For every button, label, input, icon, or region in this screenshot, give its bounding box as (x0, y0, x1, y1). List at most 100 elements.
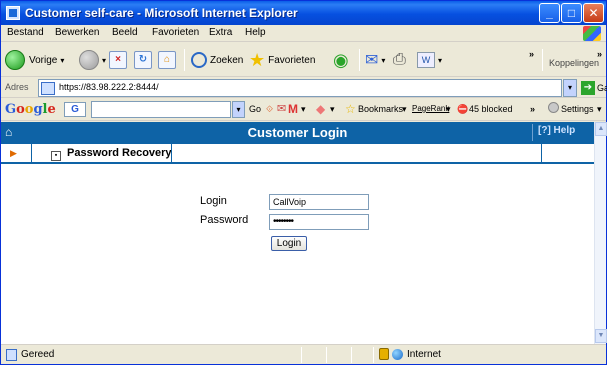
popup-blocked-count[interactable]: 45 blocked (469, 104, 513, 114)
popup-blocker-icon[interactable]: ⛔ (457, 104, 468, 115)
menu-beeld[interactable]: Beeld (112, 27, 138, 38)
edit-button[interactable]: W ▾ (417, 48, 442, 72)
minimize-button[interactable]: _ (539, 3, 560, 23)
mail-button[interactable]: ✉ ▾ (365, 48, 385, 72)
standard-toolbar: Vorige ▾ ▾ × ↻ ⌂ Zoeken ★ Favorieten ◉ ✉… (1, 43, 606, 77)
google-overflow-icon[interactable]: » (530, 104, 535, 114)
settings-gear-icon[interactable] (548, 102, 559, 113)
secure-lock-icon[interactable] (379, 348, 389, 360)
media-button[interactable]: ◉ (333, 48, 349, 72)
tab-separator (541, 144, 542, 163)
google-apps-icon[interactable]: ◆ (316, 102, 325, 116)
login-input[interactable]: CallVoip (269, 194, 369, 210)
links-label[interactable]: Koppelingen (549, 58, 599, 68)
forward-button[interactable]: ▾ (79, 48, 106, 72)
menu-extra[interactable]: Extra (209, 27, 232, 38)
gmail-dropdown-icon[interactable]: ▾ (301, 104, 306, 115)
settings-dropdown-icon[interactable]: ▾ (597, 104, 602, 115)
google-go-button[interactable]: Go (249, 104, 261, 114)
bookmarks-dropdown-icon[interactable]: ▾ (402, 104, 407, 115)
browser-window: Customer self-care - Microsoft Internet … (0, 0, 607, 365)
tab-password-recovery[interactable]: ▪ Password Recovery (51, 147, 172, 161)
favorites-star-icon: ★ (249, 49, 266, 70)
pagerank-button[interactable]: PageRank (412, 104, 449, 113)
security-zone: Internet (407, 349, 441, 360)
favorites-label: Favorieten (268, 54, 316, 66)
scroll-up-icon[interactable]: ▲ (595, 122, 607, 136)
favorites-button[interactable]: ★ Favorieten (249, 48, 315, 72)
portal-tab-bar: ▶ ▪ Password Recovery (1, 143, 594, 164)
menu-bewerken[interactable]: Bewerken (55, 27, 99, 38)
toolbar-overflow-icon[interactable]: » (529, 49, 534, 59)
settings-button[interactable]: Settings (561, 104, 594, 114)
back-dropdown-icon: ▾ (60, 55, 65, 65)
page-content: ⌂ Customer Login [?] Help ▶ ▪ Password Re… (1, 122, 594, 344)
media-icon: ◉ (333, 49, 349, 70)
address-input[interactable]: https://83.98.222.2:8444/ (38, 79, 562, 97)
google-toolbar: Google G ▾ Go ⟐ ✉ M ▾ ◆ ▾ ☆ Bookmarks ▾ … (1, 99, 606, 121)
stop-button[interactable]: × (109, 48, 127, 72)
windows-logo-icon (583, 26, 601, 41)
menu-help[interactable]: Help (245, 27, 266, 38)
print-icon: ⎙ (393, 51, 406, 68)
print-button[interactable]: ⎙ (393, 48, 406, 72)
maximize-button[interactable]: □ (561, 3, 582, 23)
page-title: Customer Login (247, 125, 348, 140)
bookmarks-star-icon[interactable]: ☆ (345, 102, 356, 116)
login-button[interactable]: Login (271, 236, 307, 251)
home-icon: ⌂ (158, 51, 176, 69)
mail-dropdown-icon: ▾ (381, 55, 386, 65)
back-arrow-icon (5, 50, 25, 70)
tab-separator (171, 144, 172, 163)
close-button[interactable]: ✕ (583, 3, 604, 23)
tab-separator (31, 144, 32, 163)
address-bar: Adres https://83.98.222.2:8444/ ▾ ➔ Ga n… (1, 78, 607, 98)
google-logo: Google (5, 102, 56, 117)
google-search-dropdown[interactable]: ▾ (232, 101, 245, 118)
google-menu-button[interactable]: G (64, 102, 86, 117)
refresh-button[interactable]: ↻ (134, 48, 152, 72)
refresh-icon: ↻ (134, 51, 152, 69)
toolbar-separator (184, 49, 185, 71)
menu-favorieten[interactable]: Favorieten (152, 27, 199, 38)
toolbar-separator (542, 49, 543, 71)
pagerank-dropdown-icon[interactable]: ▾ (446, 104, 451, 115)
vertical-scrollbar[interactable]: ▲ ▼ (594, 122, 607, 344)
address-url: https://83.98.222.2:8444/ (59, 82, 159, 92)
status-separator (351, 347, 352, 363)
tab-page-icon: ▪ (51, 151, 61, 161)
status-bar: Gereed Internet (1, 344, 606, 364)
help-link[interactable]: [?] Help (538, 125, 575, 136)
mail-icon: ✉ (365, 52, 379, 69)
gmail-icon[interactable]: ✉ (277, 102, 286, 115)
google-search-input[interactable] (91, 101, 231, 118)
forward-arrow-icon (79, 50, 99, 70)
page-icon (41, 82, 55, 95)
back-button[interactable]: Vorige ▾ (5, 48, 64, 72)
help-label: Help (553, 125, 576, 136)
status-text: Gereed (21, 349, 55, 360)
home-button[interactable]: ⌂ (158, 48, 176, 72)
toolbar-separator (359, 49, 360, 71)
tab-arrow-icon: ▶ (10, 148, 17, 158)
go-button-label[interactable]: Ga naar (597, 83, 607, 93)
status-separator (373, 347, 374, 363)
links-overflow-icon[interactable]: » (597, 49, 602, 59)
menu-bar: Bestand Bewerken Beeld Favorieten Extra … (1, 25, 606, 42)
address-dropdown-button[interactable]: ▾ (563, 79, 577, 97)
go-arrow-icon[interactable]: ➔ (581, 81, 595, 95)
search-label: Zoeken (210, 54, 244, 66)
menu-bestand[interactable]: Bestand (7, 27, 44, 38)
edit-dropdown-icon: ▾ (438, 55, 443, 65)
gmail-m-icon[interactable]: M (288, 102, 298, 116)
google-extra-icon[interactable]: ⟐ (266, 104, 273, 115)
stop-icon: × (109, 51, 127, 69)
login-label: Login (200, 195, 227, 207)
scroll-down-icon[interactable]: ▼ (595, 329, 607, 343)
bookmarks-button[interactable]: Bookmarks (358, 104, 403, 114)
portal-header: ⌂ Customer Login [?] Help (1, 122, 594, 143)
apps-dropdown-icon[interactable]: ▾ (330, 104, 335, 115)
password-input[interactable]: •••••••• (269, 214, 369, 230)
search-button[interactable]: Zoeken (191, 48, 243, 72)
header-separator (532, 124, 533, 141)
